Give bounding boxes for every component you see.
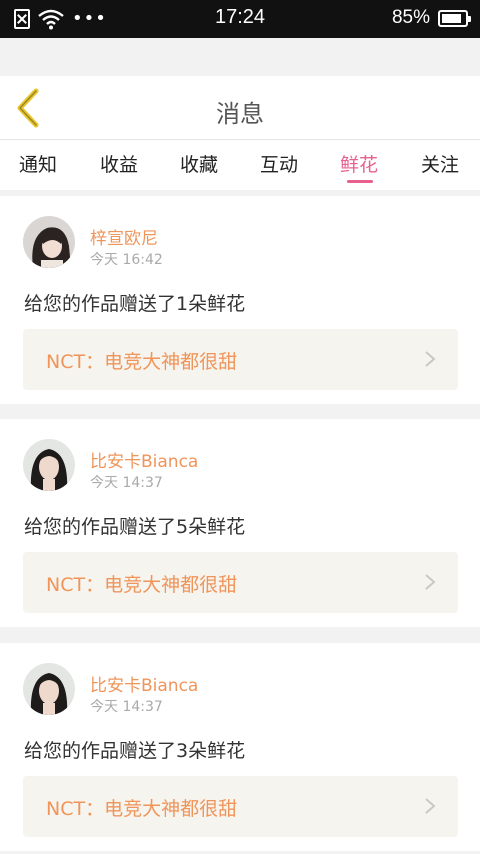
timestamp: 今天 14:37 [90, 475, 163, 491]
status-bar: ••• 17:24 85% [0, 0, 480, 38]
chevron-right-icon [425, 574, 436, 590]
chevron-right-icon [425, 351, 436, 367]
header: 消息 [0, 76, 480, 140]
page-title: 消息 [216, 100, 264, 128]
list-item: 比安卡Bianca 今天 14:37 给您的作品赠送了5朵鲜花 NCT：电竞大神… [0, 419, 480, 627]
list-item: 比安卡Bianca 今天 14:37 给您的作品赠送了3朵鲜花 NCT：电竞大神… [0, 643, 480, 851]
tab-follows[interactable]: 关注 [421, 150, 459, 177]
active-tab-indicator [347, 180, 373, 183]
battery-icon [438, 9, 471, 27]
avatar[interactable] [23, 216, 75, 268]
chevron-right-icon [425, 798, 436, 814]
timestamp: 今天 14:37 [90, 699, 163, 715]
work-link[interactable]: NCT：电竞大神都很甜 [23, 329, 458, 390]
tab-earnings[interactable]: 收益 [100, 150, 138, 177]
battery-percent: 85% [391, 7, 430, 28]
work-link[interactable]: NCT：电竞大神都很甜 [23, 776, 458, 837]
work-title: NCT：电竞大神都很甜 [46, 351, 238, 373]
tab-notifications[interactable]: 通知 [19, 150, 57, 177]
message-text: 给您的作品赠送了3朵鲜花 [24, 740, 246, 762]
tab-favorites[interactable]: 收藏 [180, 150, 218, 177]
avatar[interactable] [23, 663, 75, 715]
tab-interactions[interactable]: 互动 [260, 150, 298, 177]
work-title: NCT：电竞大神都很甜 [46, 798, 238, 820]
battery-level [442, 13, 461, 23]
username[interactable]: 梓宣欧尼 [90, 224, 158, 249]
username[interactable]: 比安卡Bianca [90, 671, 198, 696]
list-item: 梓宣欧尼 今天 16:42 给您的作品赠送了1朵鲜花 NCT：电竞大神都很甜 [0, 196, 480, 404]
avatar[interactable] [23, 439, 75, 491]
message-text: 给您的作品赠送了1朵鲜花 [24, 293, 246, 315]
tab-bar: 通知 收益 收藏 互动 鲜花 关注 [0, 140, 480, 190]
timestamp: 今天 16:42 [90, 252, 163, 268]
status-right: 85% [391, 7, 471, 29]
username[interactable]: 比安卡Bianca [90, 447, 198, 472]
message-text: 给您的作品赠送了5朵鲜花 [24, 516, 246, 538]
work-link[interactable]: NCT：电竞大神都很甜 [23, 552, 458, 613]
tab-flowers[interactable]: 鲜花 [340, 150, 378, 177]
work-title: NCT：电竞大神都很甜 [46, 574, 238, 596]
